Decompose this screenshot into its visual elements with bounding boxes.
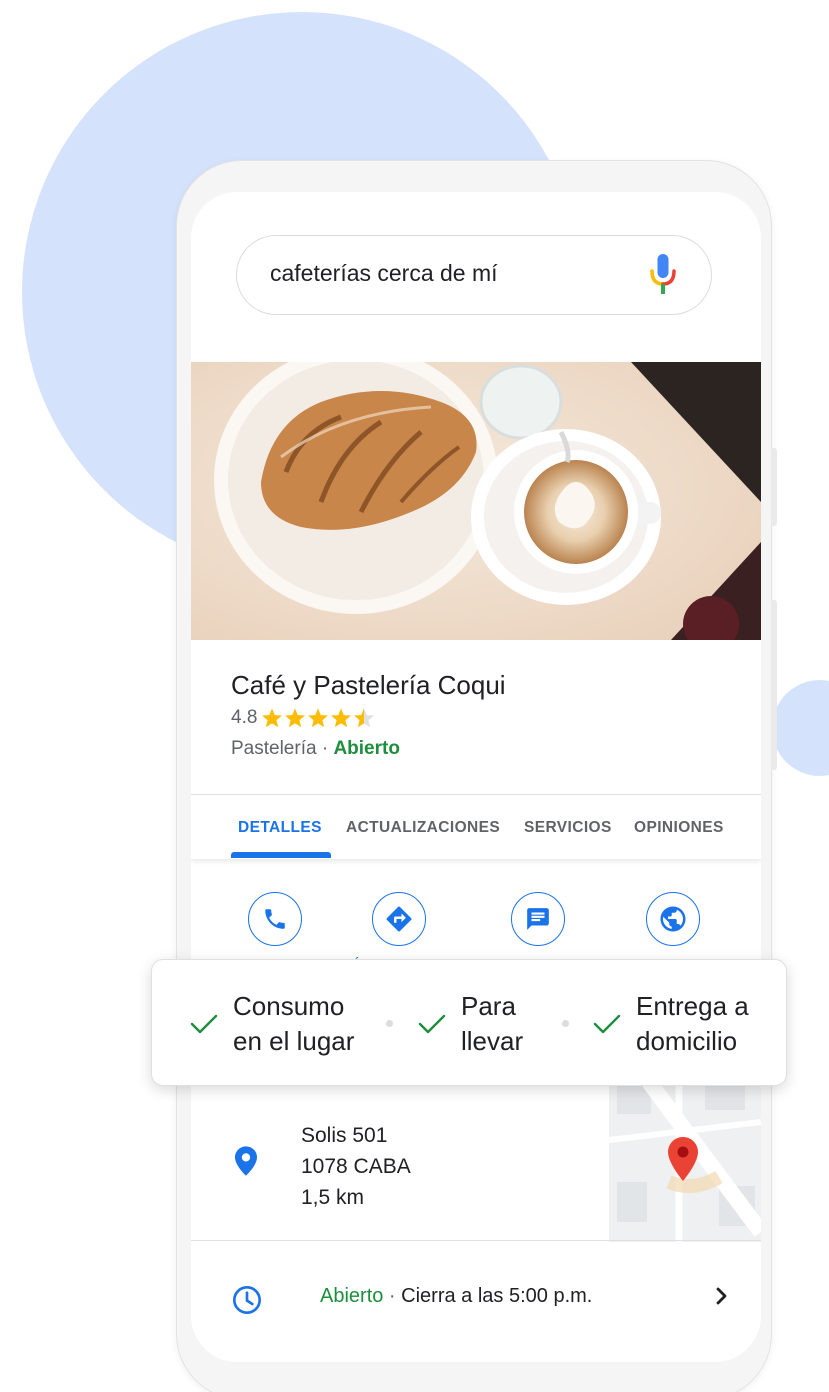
tab-bar: DETALLES ACTUALIZACIONES SERVICIOS OPINI… (191, 795, 761, 859)
background-circle-small (772, 680, 829, 776)
separator-dot (562, 1020, 569, 1027)
call-button[interactable] (248, 892, 302, 946)
search-bar[interactable]: cafeterías cerca de mí (236, 235, 712, 315)
feature-label: Para llevar (461, 990, 524, 1056)
closing-time: Cierra a las 5:00 p.m. (401, 1285, 593, 1307)
category-row: Pastelería · Abierto (231, 738, 506, 760)
address-line-2: 1078 CABA (301, 1155, 411, 1178)
clock-icon (233, 1286, 261, 1314)
star-half-icon (354, 708, 375, 728)
website-icon (660, 906, 686, 932)
service-options-card: Consumo en el lugar Para llevar Entrega … (151, 959, 787, 1086)
open-status: Abierto (333, 738, 400, 759)
map-pin-icon (668, 1137, 698, 1181)
phone-side-button (771, 448, 777, 526)
phone-screen: cafeterías cerca de mí Café y Pastelería… (191, 192, 761, 1362)
location-pin-icon (235, 1146, 257, 1176)
website-button[interactable] (646, 892, 700, 946)
divider (191, 1240, 761, 1241)
address[interactable]: Solis 501 1078 CABA 1,5 km (301, 1120, 411, 1213)
separator-dot (386, 1020, 393, 1027)
star-icon (331, 708, 352, 728)
business-info: Café y Pastelería Coqui 4.8 Pastelería ·… (231, 668, 506, 760)
feature-label: Entrega a domicilio (636, 990, 749, 1056)
business-name[interactable]: Café y Pastelería Coqui (231, 668, 506, 702)
message-icon (527, 908, 549, 930)
phone-side-button (771, 600, 777, 770)
tab-opiniones[interactable]: OPINIONES (634, 819, 724, 837)
tab-servicios[interactable]: SERVICIOS (524, 819, 612, 837)
hours-open-status: Abierto (320, 1285, 384, 1307)
star-rating (261, 707, 376, 729)
stage: cafeterías cerca de mí Café y Pastelería… (0, 0, 829, 1392)
check-icon (593, 1014, 621, 1033)
distance: 1,5 km (301, 1186, 365, 1209)
tab-actualizaciones[interactable]: ACTUALIZACIONES (346, 819, 500, 837)
address-line-1: Solis 501 (301, 1124, 388, 1147)
check-icon (418, 1014, 446, 1033)
rating-value: 4.8 (231, 707, 258, 728)
feature-dine-in: Consumo en el lugar (189, 960, 354, 1087)
star-icon (262, 708, 283, 728)
check-icon (190, 1014, 218, 1033)
rating-row[interactable]: 4.8 (231, 704, 506, 732)
active-tab-indicator (231, 852, 331, 858)
feature-delivery: Entrega a domicilio (592, 960, 749, 1087)
feature-takeout: Para llevar (417, 960, 523, 1087)
tab-detalles[interactable]: DETALLES (238, 819, 322, 837)
chevron-right-icon[interactable] (713, 1286, 731, 1306)
hours-row[interactable]: Abierto · Cierra a las 5:00 p.m. (320, 1285, 592, 1308)
directions-button[interactable] (372, 892, 426, 946)
business-photo[interactable] (191, 362, 761, 640)
phone-icon (265, 909, 285, 929)
feature-label: Consumo en el lugar (233, 990, 355, 1056)
business-category: Pastelería (231, 738, 317, 759)
star-icon (285, 708, 306, 728)
search-query[interactable]: cafeterías cerca de mí (270, 260, 498, 287)
message-button[interactable] (511, 892, 565, 946)
microphone-icon[interactable] (649, 254, 677, 296)
directions-icon (386, 906, 412, 932)
star-icon (308, 708, 329, 728)
separator: · (383, 1285, 402, 1307)
separator: · (316, 738, 334, 759)
